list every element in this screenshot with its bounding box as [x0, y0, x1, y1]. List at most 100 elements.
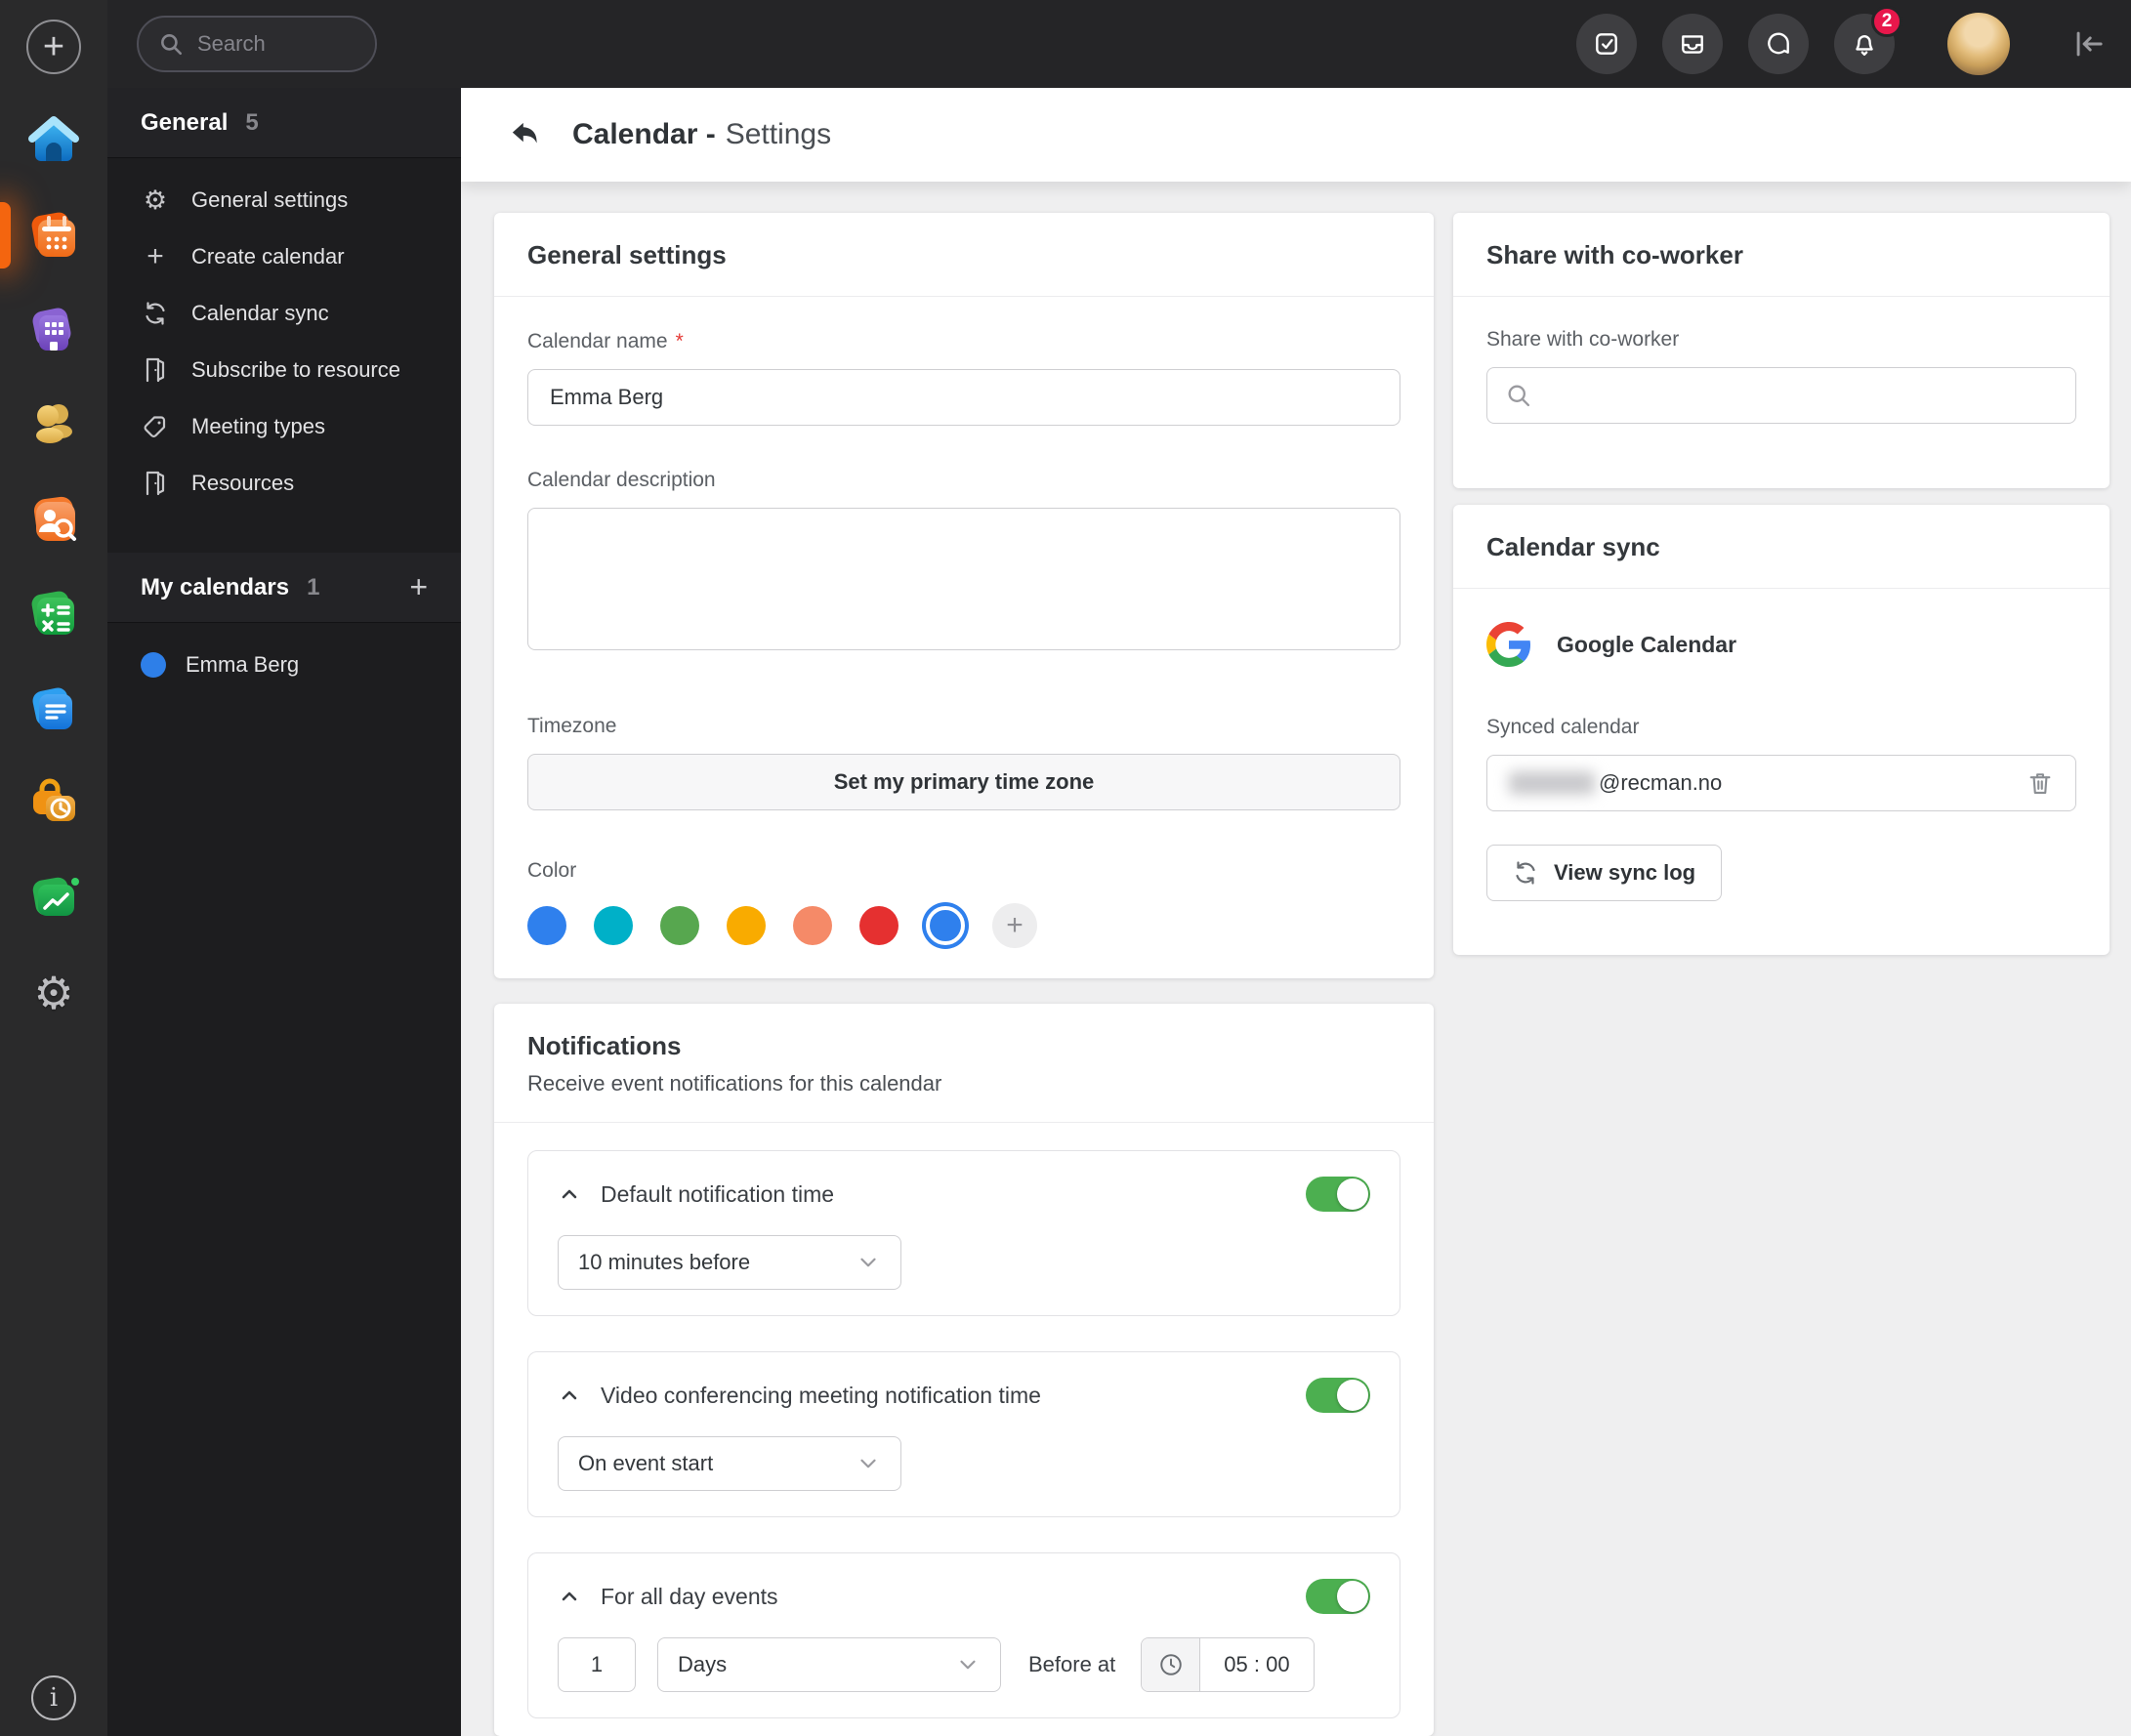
- color-swatch[interactable]: [793, 906, 832, 945]
- chevron-down-icon: [955, 1652, 981, 1677]
- door-icon: [141, 357, 170, 383]
- tasks-button[interactable]: [1576, 14, 1637, 74]
- default-notification-select[interactable]: 10 minutes before: [558, 1235, 901, 1290]
- settings-sidebar: General 5 ⚙ General settings + Create ca…: [107, 88, 461, 1736]
- rail-item-candidate-search[interactable]: [26, 492, 81, 547]
- search-icon: [161, 34, 183, 56]
- gear-icon: ⚙: [33, 968, 74, 1018]
- delete-sync-button[interactable]: [2027, 769, 2054, 797]
- color-swatch[interactable]: [859, 906, 898, 945]
- search-placeholder: Search: [197, 31, 266, 56]
- person-search-icon: [33, 496, 76, 541]
- required-asterisk: *: [675, 330, 684, 352]
- chevron-up-icon[interactable]: [558, 1384, 581, 1407]
- calculator-icon: [31, 591, 74, 635]
- view-sync-log-button[interactable]: View sync log: [1486, 845, 1723, 901]
- card-title: Share with co-worker: [1486, 240, 1743, 269]
- default-notification-section: Default notification time 10 minutes bef…: [527, 1150, 1400, 1316]
- share-card: Share with co-worker Share with co-worke…: [1453, 213, 2110, 488]
- sidebar-item-calendar-emma-berg[interactable]: Emma Berg: [107, 637, 461, 693]
- add-color-button[interactable]: +: [992, 903, 1037, 948]
- select-value: Days: [678, 1652, 728, 1676]
- calendar-description-input[interactable]: [527, 508, 1400, 650]
- rail-item-calculator[interactable]: [26, 587, 81, 641]
- sidebar-item-label: Subscribe to resource: [191, 357, 400, 382]
- sync-icon: [141, 301, 170, 326]
- select-value: 10 minutes before: [578, 1250, 751, 1274]
- search-icon: [1508, 385, 1530, 407]
- sidebar-item-general-settings[interactable]: ⚙ General settings: [107, 172, 461, 228]
- home-icon: [28, 116, 79, 161]
- buildings-icon: [32, 308, 71, 351]
- active-indicator: [0, 202, 11, 269]
- gear-icon: ⚙: [143, 185, 168, 215]
- add-button[interactable]: +: [26, 20, 81, 74]
- door-icon: [141, 471, 170, 496]
- clock-icon: [1142, 1638, 1201, 1691]
- all-day-unit-select[interactable]: Days: [657, 1637, 1001, 1692]
- search-input[interactable]: Search: [137, 16, 377, 72]
- chevron-up-icon[interactable]: [558, 1585, 581, 1608]
- sidebar-item-calendar-sync[interactable]: Calendar sync: [107, 285, 461, 342]
- color-swatch[interactable]: [660, 906, 699, 945]
- inbox-button[interactable]: [1662, 14, 1723, 74]
- add-calendar-button[interactable]: +: [409, 569, 428, 605]
- plus-icon: +: [1006, 909, 1024, 941]
- section-my-calendars-label: My calendars: [141, 573, 290, 600]
- time-value: 05 : 00: [1224, 1652, 1290, 1676]
- color-swatch[interactable]: [527, 906, 566, 945]
- rail-item-people[interactable]: [26, 397, 81, 452]
- notifications-button[interactable]: 2: [1834, 6, 1902, 74]
- calendar-name: Emma Berg: [186, 652, 300, 677]
- section-general: General 5: [107, 88, 461, 158]
- back-button[interactable]: [508, 118, 541, 151]
- rail-item-settings[interactable]: ⚙: [26, 966, 81, 1020]
- chevron-up-icon[interactable]: [558, 1182, 581, 1206]
- tag-icon: [141, 414, 170, 439]
- synced-calendar-label: Synced calendar: [1486, 716, 1640, 738]
- sidebar-item-subscribe-to-resource[interactable]: Subscribe to resource: [107, 342, 461, 398]
- share-search-input[interactable]: [1486, 367, 2076, 424]
- color-swatch-selected[interactable]: [926, 906, 965, 945]
- video-notification-select[interactable]: On event start: [558, 1436, 901, 1491]
- rail-item-calendar[interactable]: [0, 202, 81, 269]
- sidebar-item-label: Meeting types: [191, 414, 325, 438]
- provider-name: Google Calendar: [1557, 631, 1737, 657]
- info-button[interactable]: i: [31, 1675, 76, 1720]
- sidebar-item-resources[interactable]: Resources: [107, 455, 461, 512]
- color-swatch[interactable]: [594, 906, 633, 945]
- view-sync-log-label: View sync log: [1554, 860, 1696, 885]
- all-day-number-input[interactable]: 1: [558, 1637, 636, 1692]
- calendar-name-input[interactable]: Emma Berg: [527, 369, 1400, 426]
- timezone-label: Timezone: [527, 715, 617, 737]
- chevron-down-icon: [856, 1451, 881, 1476]
- inbox-icon: [1682, 35, 1703, 54]
- chat-button[interactable]: [1748, 14, 1809, 74]
- set-timezone-button[interactable]: Set my primary time zone: [527, 754, 1400, 810]
- synced-email-suffix: @recman.no: [1599, 770, 1723, 795]
- task-check-icon: [1596, 33, 1617, 55]
- rail-item-documents[interactable]: [26, 682, 81, 736]
- video-notification-toggle[interactable]: [1306, 1378, 1370, 1413]
- page-title-light: Settings: [725, 118, 832, 150]
- default-notification-toggle[interactable]: [1306, 1177, 1370, 1212]
- all-day-events-toggle[interactable]: [1306, 1579, 1370, 1614]
- collapse-left-icon: [2076, 31, 2103, 57]
- back-arrow-icon: [512, 122, 537, 144]
- collapse-topbar-button[interactable]: [2072, 27, 2106, 61]
- all-day-time-picker[interactable]: 05 : 00: [1141, 1637, 1315, 1692]
- calendar-color-dot: [141, 652, 166, 678]
- sidebar-item-label: Calendar sync: [191, 301, 329, 325]
- notifications-card: Notifications Receive event notification…: [494, 1004, 1434, 1736]
- sidebar-item-create-calendar[interactable]: + Create calendar: [107, 228, 461, 285]
- people-icon: [36, 404, 72, 443]
- rail-item-companies[interactable]: [26, 303, 81, 357]
- calendar-description-label: Calendar description: [527, 469, 716, 491]
- rail-item-statistics[interactable]: [26, 871, 81, 926]
- info-icon: i: [49, 1683, 59, 1713]
- sidebar-item-meeting-types[interactable]: Meeting types: [107, 398, 461, 455]
- avatar[interactable]: [1947, 13, 2010, 75]
- rail-item-time[interactable]: [26, 776, 81, 831]
- color-swatch[interactable]: [727, 906, 766, 945]
- rail-item-home[interactable]: [26, 113, 81, 168]
